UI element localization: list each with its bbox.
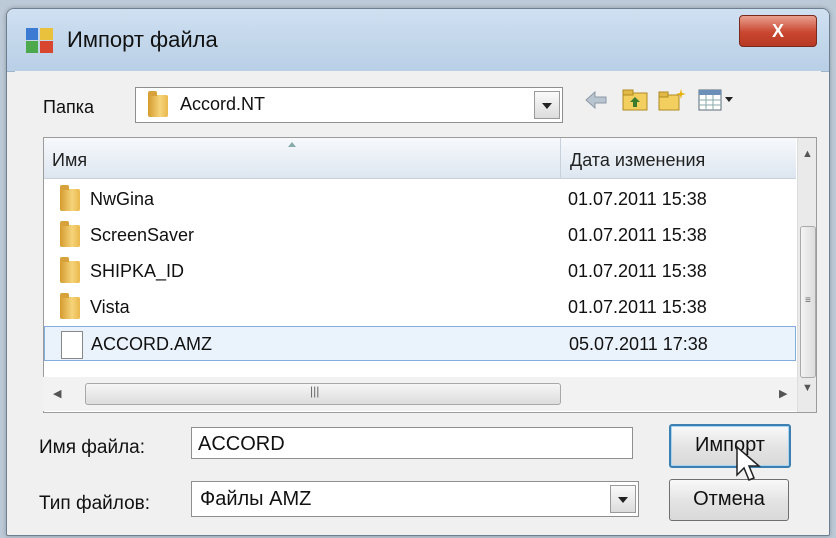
- item-name: Vista: [90, 297, 130, 317]
- column-header-date[interactable]: Дата изменения: [570, 138, 790, 178]
- file-icon: [61, 331, 83, 359]
- column-header-name[interactable]: Имя: [52, 138, 552, 178]
- item-date: 01.07.2011 15:38: [568, 261, 707, 281]
- scroll-left-icon[interactable]: ◀: [53, 387, 61, 400]
- mouse-cursor-icon: [736, 445, 762, 481]
- filename-input[interactable]: ACCORD: [191, 427, 633, 459]
- folder-label: Папка: [43, 97, 94, 117]
- new-folder-icon[interactable]: [657, 87, 687, 113]
- item-date: 05.07.2011 17:38: [569, 334, 708, 354]
- up-folder-icon[interactable]: [621, 87, 649, 113]
- item-name: NwGina: [90, 189, 155, 209]
- vertical-scroll-thumb[interactable]: ≡: [800, 226, 816, 378]
- title-bar[interactable]: Импорт файла X: [7, 9, 829, 72]
- folder-icon: [148, 91, 168, 117]
- item-name: ACCORD.AMZ: [91, 334, 212, 354]
- chevron-down-icon[interactable]: [610, 485, 636, 513]
- item-date: 01.07.2011 15:38: [568, 189, 707, 209]
- folder-icon: [60, 257, 80, 283]
- filetype-label: Тип файлов:: [39, 493, 151, 514]
- scroll-right-icon[interactable]: ▶: [779, 387, 787, 400]
- list-header: Имя Дата изменения: [44, 138, 796, 179]
- list-item[interactable]: NwGina 01.07.2011 15:38: [44, 182, 796, 217]
- folder-icon: [60, 185, 80, 211]
- import-file-dialog: Импорт файла X Папка Accord.NT Имя Дата …: [6, 8, 830, 536]
- grip-icon: ≡: [805, 295, 811, 306]
- chevron-down-icon[interactable]: [534, 91, 560, 119]
- grip-icon: |||: [310, 384, 320, 398]
- list-item[interactable]: ScreenSaver 01.07.2011 15:38: [44, 218, 796, 253]
- folder-icon: [60, 221, 80, 247]
- dialog-body: Папка Accord.NT Имя Дата изменения NwGin…: [15, 71, 821, 527]
- item-date: 01.07.2011 15:38: [568, 297, 707, 317]
- item-name: SHIPKA_ID: [90, 261, 185, 281]
- list-item[interactable]: Vista 01.07.2011 15:38: [44, 290, 796, 325]
- close-button[interactable]: X: [739, 15, 817, 47]
- import-button[interactable]: Импорт: [669, 424, 791, 468]
- horizontal-scrollbar[interactable]: ◀ ||| ▶: [43, 377, 797, 411]
- cancel-button[interactable]: Отмена: [669, 479, 789, 521]
- filetype-value: Файлы AMZ: [200, 488, 312, 510]
- horizontal-scroll-thumb[interactable]: |||: [85, 383, 561, 405]
- current-folder-name: Accord.NT: [180, 94, 266, 114]
- item-name: ScreenSaver: [90, 225, 195, 245]
- window-title: Импорт файла: [67, 27, 218, 52]
- back-arrow-icon[interactable]: [583, 87, 609, 113]
- filetype-dropdown[interactable]: Файлы AMZ: [191, 481, 639, 517]
- item-date: 01.07.2011 15:38: [568, 225, 707, 245]
- list-item[interactable]: SHIPKA_ID 01.07.2011 15:38: [44, 254, 796, 289]
- sort-ascending-icon: [288, 142, 296, 147]
- file-list[interactable]: Имя Дата изменения NwGina 01.07.2011 15:…: [43, 137, 817, 413]
- view-menu-icon[interactable]: [697, 87, 737, 113]
- app-icon: [26, 28, 53, 53]
- folder-icon: [60, 293, 80, 319]
- column-separator[interactable]: [560, 138, 561, 178]
- scroll-down-icon[interactable]: ▼: [802, 382, 813, 394]
- scroll-up-icon[interactable]: ▲: [802, 148, 813, 160]
- folder-dropdown[interactable]: Accord.NT: [135, 87, 563, 123]
- list-item-selected[interactable]: ACCORD.AMZ 05.07.2011 17:38: [44, 326, 796, 361]
- filename-label: Имя файла:: [39, 437, 146, 458]
- vertical-scrollbar[interactable]: ▲ ≡ ▼: [797, 138, 816, 412]
